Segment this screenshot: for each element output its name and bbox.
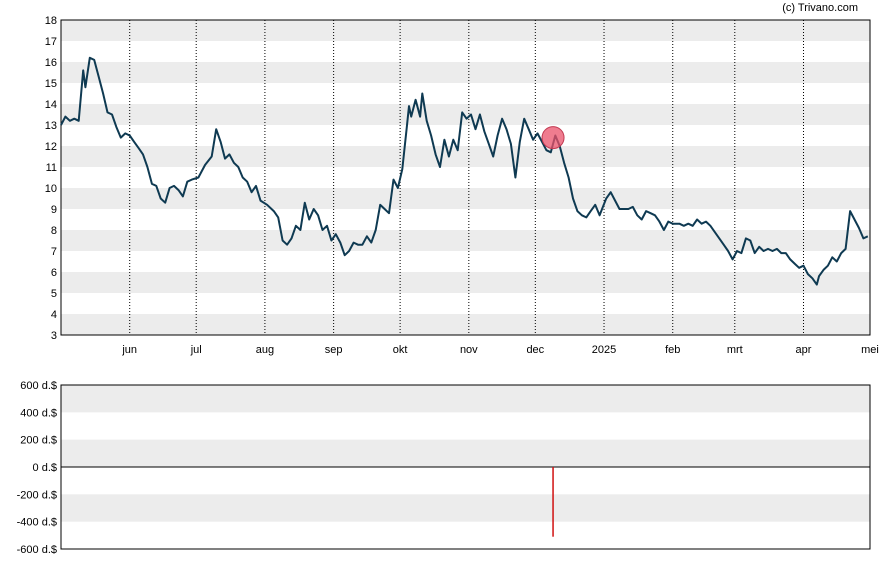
transactions-chart: 600 d.$ 400 d.$ 200 d.$ 0 d.$ -200 d.$ -400 d… xyxy=(17,380,871,556)
x-tick-label: dec xyxy=(526,344,544,356)
y-tick-label: -600 d.$ xyxy=(17,544,57,556)
y-tick-label: 13 xyxy=(45,120,57,132)
x-tick-label: sep xyxy=(325,344,343,356)
x-tick-label: mrt xyxy=(727,344,743,356)
grid-band xyxy=(61,62,870,83)
y-tick-label: 200 d.$ xyxy=(20,435,57,447)
y-tick-label: 10 xyxy=(45,183,57,195)
x-tick-label: okt xyxy=(393,344,408,356)
y-tick-label: 14 xyxy=(45,99,57,111)
y-tick-label: 9 xyxy=(51,204,57,216)
price-chart: jun jul aug sep okt nov dec 2025 feb mrt apr mei 3 4 5… xyxy=(45,15,879,356)
y-tick-label: 18 xyxy=(45,15,57,27)
x-tick-label: mei xyxy=(861,344,879,356)
grid-band xyxy=(61,494,870,522)
x-tick-label: aug xyxy=(256,344,274,356)
y-tick-label: 5 xyxy=(51,288,57,300)
grid-band xyxy=(61,439,870,467)
y-tick-label: 400 d.$ xyxy=(20,407,57,419)
y-tick-label: 6 xyxy=(51,267,57,279)
grid-band xyxy=(61,20,870,41)
y-tick-label: 11 xyxy=(46,162,57,174)
y-tick-label: 12 xyxy=(45,141,57,153)
y-tick-label: -200 d.$ xyxy=(17,489,57,501)
x-tick-label: feb xyxy=(665,344,680,356)
grid-band xyxy=(61,146,870,167)
grid-band xyxy=(61,272,870,293)
grid-band xyxy=(61,385,870,413)
y-tick-label: 3 xyxy=(51,330,57,342)
credit-text: (c) Trivano.com xyxy=(782,2,858,14)
y-tick-label: 15 xyxy=(45,78,57,90)
y-tick-label: 16 xyxy=(45,57,57,69)
stock-chart-panel: (c) Trivano.com jun jul aug sep okt nov dec 202… xyxy=(0,0,888,565)
grid-band xyxy=(61,104,870,125)
y-tick-label: 7 xyxy=(51,246,57,258)
x-tick-label: jul xyxy=(190,344,202,356)
y-tick-label: 8 xyxy=(51,225,57,237)
y-tick-label: 600 d.$ xyxy=(20,380,57,392)
y-tick-label: 0 d.$ xyxy=(33,462,57,474)
x-tick-label: nov xyxy=(460,344,478,356)
chart-canvas: jun jul aug sep okt nov dec 2025 feb mrt apr mei 3 4 5… xyxy=(17,15,879,556)
grid-band xyxy=(61,188,870,209)
grid-band xyxy=(61,314,870,335)
y-tick-label: 4 xyxy=(51,309,57,321)
y-tick-label: 17 xyxy=(45,36,57,48)
y-tick-label: -400 d.$ xyxy=(17,517,57,529)
transaction-marker xyxy=(541,126,565,150)
x-tick-label: jun xyxy=(121,344,137,356)
x-tick-label: apr xyxy=(796,344,812,356)
x-tick-label: 2025 xyxy=(592,344,616,356)
